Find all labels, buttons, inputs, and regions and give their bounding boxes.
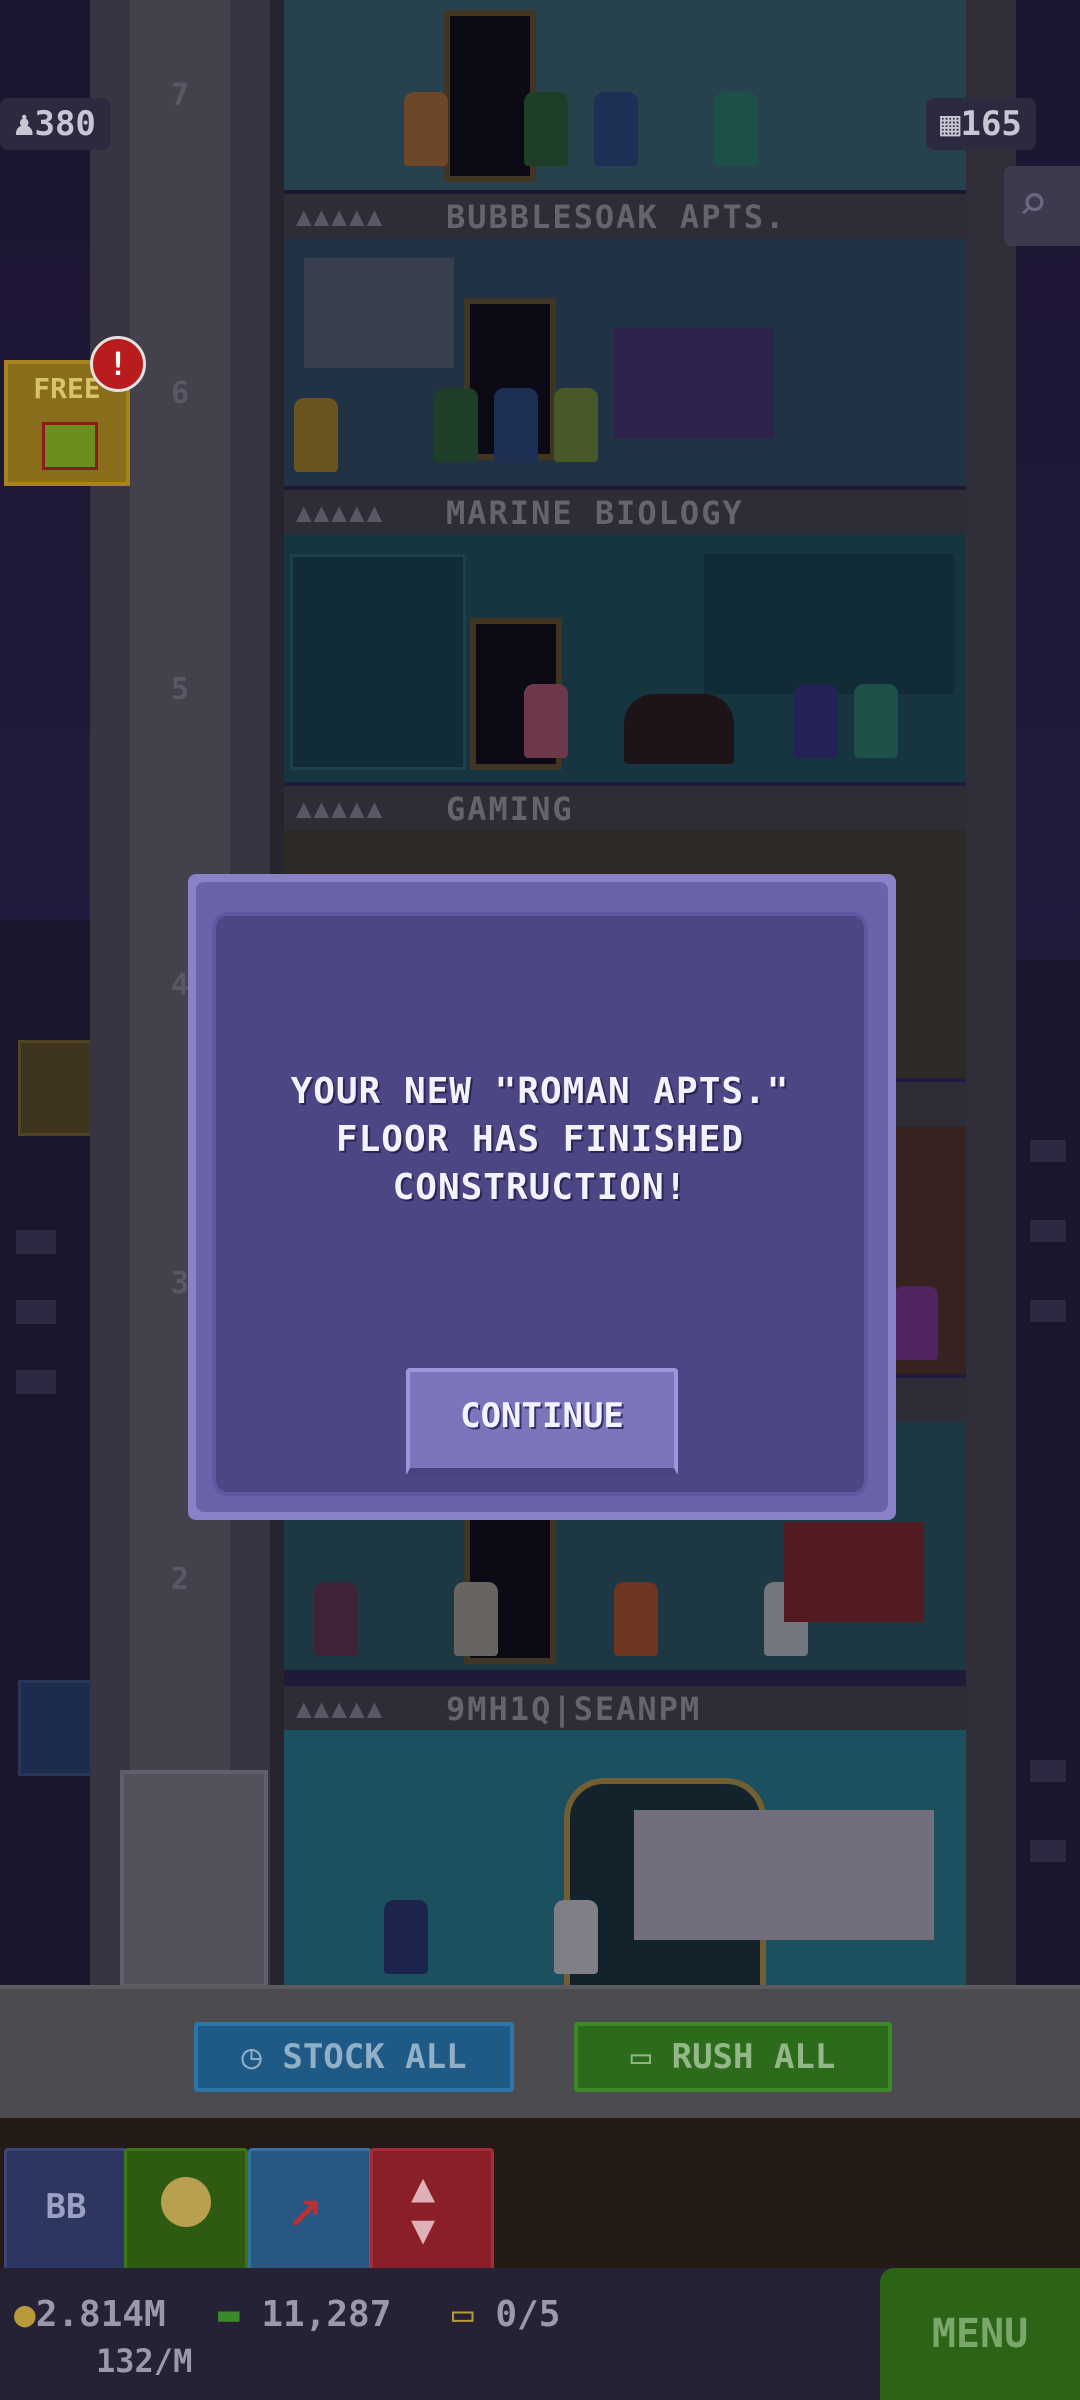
coin-icon: ●	[14, 2294, 36, 2335]
search-icon: ⌕	[1018, 174, 1049, 232]
dialog-message-line: FLOOR HAS FINISHED	[335, 1119, 745, 1160]
coins-rate: 132/M	[96, 2342, 193, 2380]
ticket-icon: ▭	[452, 2294, 496, 2335]
notification-badge: !	[90, 336, 146, 392]
bitbook-button[interactable]: BB	[4, 2148, 128, 2272]
person-icon: ♟	[14, 104, 35, 144]
menu-button[interactable]: MENU	[880, 2268, 1080, 2400]
up-down-icon: ▲ ▼	[411, 2165, 436, 2253]
coins-icon	[161, 2177, 211, 2227]
bux-counter[interactable]: ▦165	[926, 98, 1036, 150]
floor-reorder-button[interactable]: ▲ ▼	[370, 2148, 494, 2272]
elevator-button[interactable]: ↗	[248, 2148, 372, 2272]
coins-button[interactable]	[124, 2148, 248, 2272]
bux-display[interactable]: ▬ 11,287	[218, 2294, 391, 2335]
arrow-icon: ↗	[287, 2171, 324, 2241]
rush-all-button[interactable]: ▭ RUSH ALL	[574, 2022, 892, 2092]
coins-display[interactable]: ●2.814M	[14, 2294, 166, 2335]
continue-button[interactable]: CONTINUE	[406, 1368, 678, 1476]
gift-icon	[42, 422, 98, 470]
dialog-message-line: CONSTRUCTION!	[392, 1167, 688, 1208]
clock-icon: ◷	[241, 2037, 283, 2077]
action-tray	[0, 1985, 1080, 2119]
search-button[interactable]: ⌕	[1004, 166, 1080, 246]
dialog-message: YOUR NEW "ROMAN APTS." FLOOR HAS FINISHE…	[230, 1068, 850, 1212]
tickets-display[interactable]: ▭ 0/5	[452, 2294, 560, 2335]
stock-all-button[interactable]: ◷ STOCK ALL	[194, 2022, 514, 2092]
cash-icon: ▬	[218, 2294, 262, 2335]
dialog-message-line: YOUR NEW "ROMAN APTS."	[290, 1071, 790, 1112]
building-icon: ▦	[940, 104, 961, 144]
cash-icon: ▭	[630, 2037, 672, 2077]
population-counter[interactable]: ♟380	[0, 98, 110, 150]
